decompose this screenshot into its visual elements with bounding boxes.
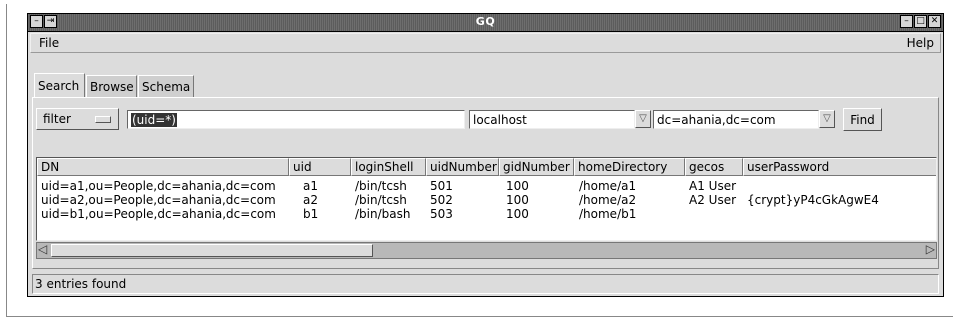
server-dropdown-icon[interactable]: ▽ (635, 110, 651, 128)
scrollbar-thumb[interactable] (51, 244, 373, 257)
cell-uidnumber: 503 (430, 207, 453, 221)
cell-gecos: A1 User (689, 179, 737, 193)
cell-dn: uid=a2,ou=People,dc=ahania,dc=com (41, 193, 276, 207)
cell-userpassword: {crypt}yP4cGkAgwE4 (747, 193, 879, 207)
filter-mode-label: filter (43, 112, 71, 126)
scroll-left-icon[interactable]: ◁ (38, 242, 47, 256)
menu-file[interactable]: File (39, 36, 59, 50)
cell-gidnumber: 100 (506, 207, 529, 221)
search-query-value: (uid=*) (131, 113, 177, 127)
cell-uid: b1 (303, 207, 319, 221)
menu-help[interactable]: Help (907, 36, 934, 50)
status-bar: 3 entries found (32, 274, 939, 294)
minimize-icon[interactable]: – (900, 15, 913, 28)
cell-gidnumber: 100 (506, 179, 529, 193)
cell-loginshell: /bin/bash (355, 207, 411, 221)
results-table[interactable]: DN uid loginShell uidNumber gidNumber ho… (36, 157, 937, 241)
window-title: GQ (475, 15, 496, 28)
cell-dn: uid=a1,ou=People,dc=ahania,dc=com (41, 179, 276, 193)
status-text: 3 entries found (35, 277, 127, 291)
search-query-input[interactable]: (uid=*) (127, 110, 465, 129)
cell-gidnumber: 100 (506, 193, 529, 207)
close-icon[interactable]: ✕ (928, 15, 941, 28)
cell-homedirectory: /home/a2 (579, 193, 637, 207)
tab-browse[interactable]: Browse (86, 75, 137, 97)
column-header-gecos[interactable]: gecos (685, 158, 743, 176)
option-menu-indicator-icon (95, 116, 111, 123)
menu-bar: File Help (30, 33, 941, 53)
cell-gecos: A2 User (689, 193, 737, 207)
cell-uid: a2 (303, 193, 318, 207)
column-header-loginshell[interactable]: loginShell (351, 158, 426, 176)
horizontal-scrollbar[interactable]: ◁ ▷ (36, 242, 937, 259)
base-dn-input[interactable]: dc=ahania,dc=com (653, 110, 819, 129)
column-header-uidnumber[interactable]: uidNumber (426, 158, 499, 176)
tab-search[interactable]: Search (34, 73, 85, 97)
column-header-dn[interactable]: DN (37, 158, 289, 176)
server-combo-input[interactable]: localhost (469, 110, 635, 129)
cell-uidnumber: 502 (430, 193, 453, 207)
cell-homedirectory: /home/b1 (579, 207, 637, 221)
column-header-gidnumber[interactable]: gidNumber (499, 158, 574, 176)
cell-homedirectory: /home/a1 (579, 179, 637, 193)
base-dn-dropdown-icon[interactable]: ▽ (819, 110, 835, 128)
find-button[interactable]: Find (843, 108, 882, 131)
filter-mode-menu[interactable]: filter (36, 108, 119, 130)
cell-uid: a1 (303, 179, 318, 193)
cell-uidnumber: 501 (430, 179, 453, 193)
column-header-userpassword[interactable]: userPassword (743, 158, 936, 176)
maximize-icon[interactable]: □ (914, 15, 927, 28)
cell-dn: uid=b1,ou=People,dc=ahania,dc=com (41, 207, 276, 221)
scroll-right-icon[interactable]: ▷ (926, 242, 935, 256)
column-header-homedirectory[interactable]: homeDirectory (574, 158, 685, 176)
cell-loginshell: /bin/tcsh (355, 193, 407, 207)
cell-loginshell: /bin/tcsh (355, 179, 407, 193)
title-bar[interactable]: – ⇥ GQ – □ ✕ (28, 14, 943, 32)
tab-schema[interactable]: Schema (138, 75, 194, 97)
gq-window: – ⇥ GQ – □ ✕ File Help Search Browse Sch… (27, 13, 944, 297)
column-header-uid[interactable]: uid (289, 158, 351, 176)
